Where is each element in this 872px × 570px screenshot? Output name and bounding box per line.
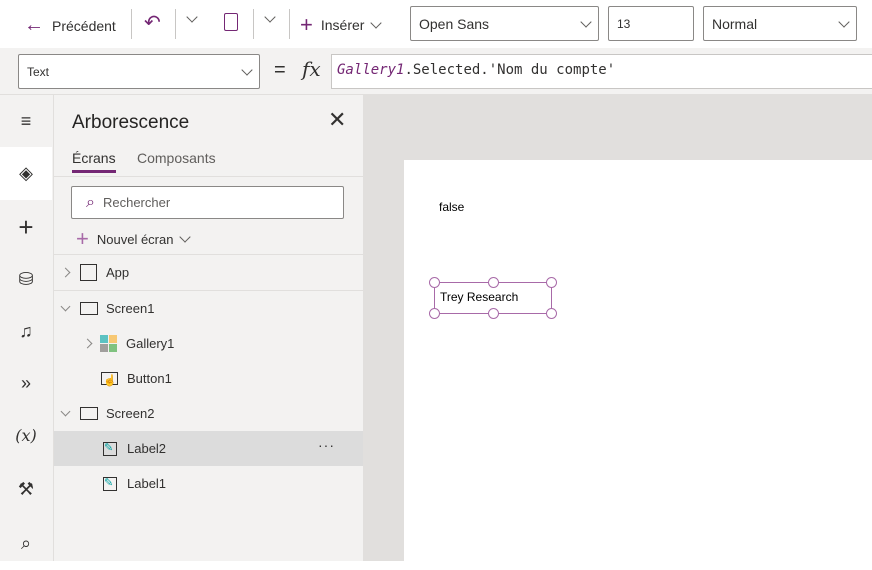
tree-item-screen1[interactable]: Screen1 — [54, 291, 363, 326]
chevron-down-icon — [60, 301, 71, 312]
plus-icon: + — [76, 226, 89, 251]
button-icon: ☝ — [101, 372, 118, 387]
formula-input[interactable]: Gallery1.Selected.'Nom du compte' — [331, 54, 872, 89]
canvas-area: false Trey Research — [363, 95, 872, 570]
search-icon: ⌕ — [86, 193, 95, 211]
tab-screens[interactable]: Écrans — [72, 150, 116, 173]
arrow-left-icon: ← — [24, 14, 44, 36]
plus-icon[interactable]: + — [0, 201, 52, 253]
screen-icon — [80, 302, 98, 315]
chevron-right-icon — [60, 267, 71, 278]
left-rail: ≡ ◈ + ⛁ ♫ » (x) ⚒ ⌕ — [0, 95, 54, 561]
resize-handle[interactable] — [546, 308, 557, 319]
label-icon: ✎ — [103, 441, 117, 456]
resize-handle[interactable] — [488, 277, 499, 288]
tab-components[interactable]: Composants — [137, 150, 216, 166]
undo-dropdown[interactable] — [186, 11, 198, 23]
tree-item-gallery1[interactable]: Gallery1 — [54, 326, 363, 361]
chevron-down-icon — [179, 231, 192, 243]
false-label[interactable]: false — [439, 200, 464, 214]
paste-dropdown[interactable] — [264, 11, 276, 23]
tree-view-panel: Arborescence ✕ Écrans Composants ⌕ Reche… — [54, 95, 363, 561]
resize-handle[interactable] — [546, 277, 557, 288]
hamburger-menu-icon[interactable]: ≡ — [0, 95, 52, 147]
app-icon — [80, 264, 97, 281]
media-icon[interactable]: ♫ — [0, 305, 52, 357]
font-weight-select[interactable]: Normal — [703, 6, 857, 41]
property-select[interactable]: Text — [18, 54, 260, 89]
gallery-icon — [100, 335, 117, 352]
formula-bar: Text = fx Gallery1.Selected.'Nom du comp… — [0, 48, 872, 95]
chevron-down-icon — [370, 17, 383, 29]
equals-sign: = — [274, 59, 286, 81]
variables-icon[interactable]: (x) — [0, 409, 52, 461]
panel-title: Arborescence — [72, 112, 190, 133]
database-icon[interactable]: ⛁ — [0, 253, 52, 305]
resize-handle[interactable] — [429, 277, 440, 288]
undo-icon[interactable]: ↶ — [144, 10, 161, 35]
screen-icon — [80, 407, 98, 420]
new-screen-button[interactable]: + Nouvel écran — [76, 226, 192, 252]
font-select[interactable]: Open Sans — [410, 6, 599, 41]
layers-icon[interactable]: ◈ — [0, 147, 52, 200]
tools-icon[interactable]: ⚒ — [0, 463, 52, 515]
chevron-right-icon — [82, 338, 93, 349]
fx-icon: fx — [302, 57, 321, 81]
resize-handle[interactable] — [429, 308, 440, 319]
plus-icon: + — [300, 12, 313, 37]
tree-item-button1[interactable]: ☝ Button1 — [54, 361, 363, 396]
paste-icon[interactable] — [224, 13, 238, 31]
label-icon: ✎ — [103, 476, 117, 491]
tree-item-screen2[interactable]: Screen2 — [54, 396, 363, 431]
more-options-icon[interactable]: ··· — [318, 437, 335, 453]
search-icon[interactable]: ⌕ — [0, 517, 52, 569]
tree-item-label1[interactable]: ✎ Label1 — [54, 466, 363, 501]
back-button[interactable]: ← Précédent — [24, 14, 116, 37]
insert-button[interactable]: + Insérer — [300, 12, 383, 38]
close-icon[interactable]: ✕ — [328, 107, 346, 133]
resize-handle[interactable] — [488, 308, 499, 319]
search-input[interactable]: ⌕ Rechercher — [71, 186, 344, 219]
toolbar: ← Précédent ↶ + Insérer Open Sans 13 Nor… — [0, 0, 872, 48]
screen-canvas: false Trey Research — [404, 160, 872, 570]
font-size-input[interactable]: 13 — [608, 6, 694, 41]
power-automate-icon[interactable]: » — [0, 357, 52, 409]
tree-item-app[interactable]: App — [54, 255, 363, 290]
tree-item-label2[interactable]: ✎ Label2 ··· — [54, 431, 363, 466]
chevron-down-icon — [60, 406, 71, 417]
